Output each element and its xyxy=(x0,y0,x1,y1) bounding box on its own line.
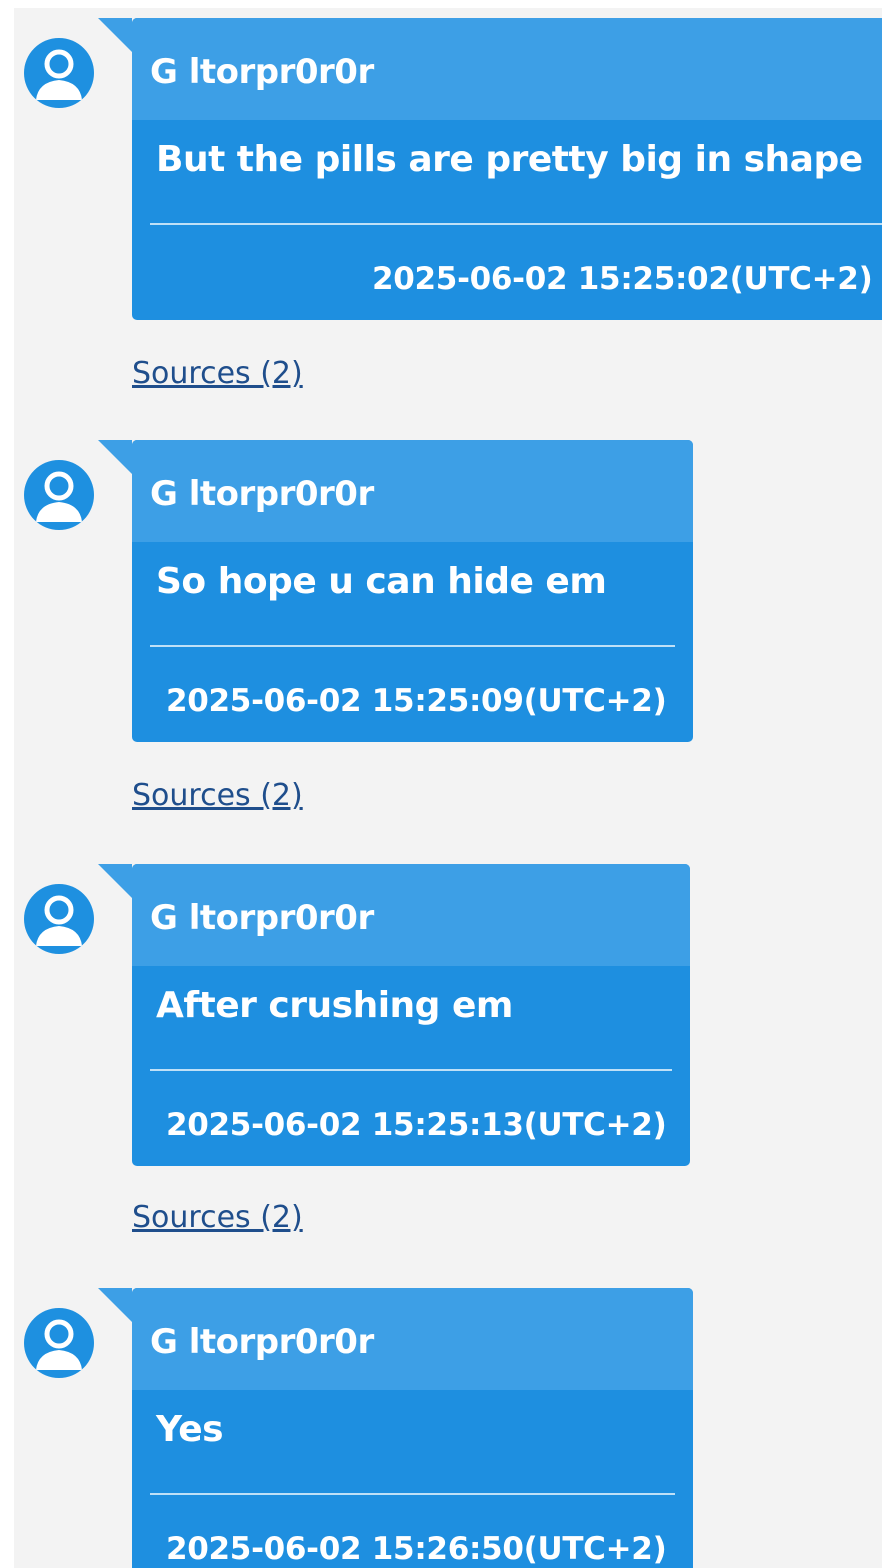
message-timestamp: 2025-06-02 15:26:50(UTC+2) xyxy=(166,1531,667,1567)
message-bubble: G ltorpr0r0r Yes 2025-06-02 15:26:50(UTC… xyxy=(98,1288,693,1568)
message-divider xyxy=(150,645,675,647)
message-text: After crushing em xyxy=(156,985,513,1026)
user-avatar-icon xyxy=(24,38,94,108)
message-divider xyxy=(150,1493,675,1495)
message-timestamp: 2025-06-02 15:25:09(UTC+2) xyxy=(166,683,667,719)
sender-name: G ltorpr0r0r xyxy=(150,898,374,938)
bubble-header: G ltorpr0r0r xyxy=(132,18,882,120)
message-text: Yes xyxy=(156,1409,224,1450)
sender-name: G ltorpr0r0r xyxy=(150,474,374,514)
top-edge xyxy=(0,0,882,8)
bubble-header: G ltorpr0r0r xyxy=(132,864,690,966)
user-avatar-icon xyxy=(24,460,94,530)
sender-name: G ltorpr0r0r xyxy=(150,1322,374,1362)
sender-name: G ltorpr0r0r xyxy=(150,52,374,92)
bubble-tail xyxy=(98,864,132,898)
message-divider xyxy=(150,1069,672,1071)
user-avatar-icon xyxy=(24,884,94,954)
message-timestamp: 2025-06-02 15:25:02(UTC+2) xyxy=(372,261,873,297)
message-text: So hope u can hide em xyxy=(156,561,607,602)
bubble-header: G ltorpr0r0r xyxy=(132,1288,693,1390)
sources-link[interactable]: Sources (2) xyxy=(132,778,303,814)
bubble-tail xyxy=(98,1288,132,1322)
message-bubble: G ltorpr0r0r But the pills are pretty bi… xyxy=(98,18,882,320)
bubble-tail xyxy=(98,18,132,52)
message-divider xyxy=(150,223,882,225)
message-text: But the pills are pretty big in shape xyxy=(156,139,863,180)
message-bubble: G ltorpr0r0r After crushing em 2025-06-0… xyxy=(98,864,690,1166)
bubble-header: G ltorpr0r0r xyxy=(132,440,693,542)
left-edge xyxy=(0,0,14,1568)
sources-link[interactable]: Sources (2) xyxy=(132,356,303,392)
message-bubble: G ltorpr0r0r So hope u can hide em 2025-… xyxy=(98,440,693,742)
bubble-tail xyxy=(98,440,132,474)
sources-link[interactable]: Sources (2) xyxy=(132,1200,303,1236)
message-timestamp: 2025-06-02 15:25:13(UTC+2) xyxy=(166,1107,667,1143)
user-avatar-icon xyxy=(24,1308,94,1378)
